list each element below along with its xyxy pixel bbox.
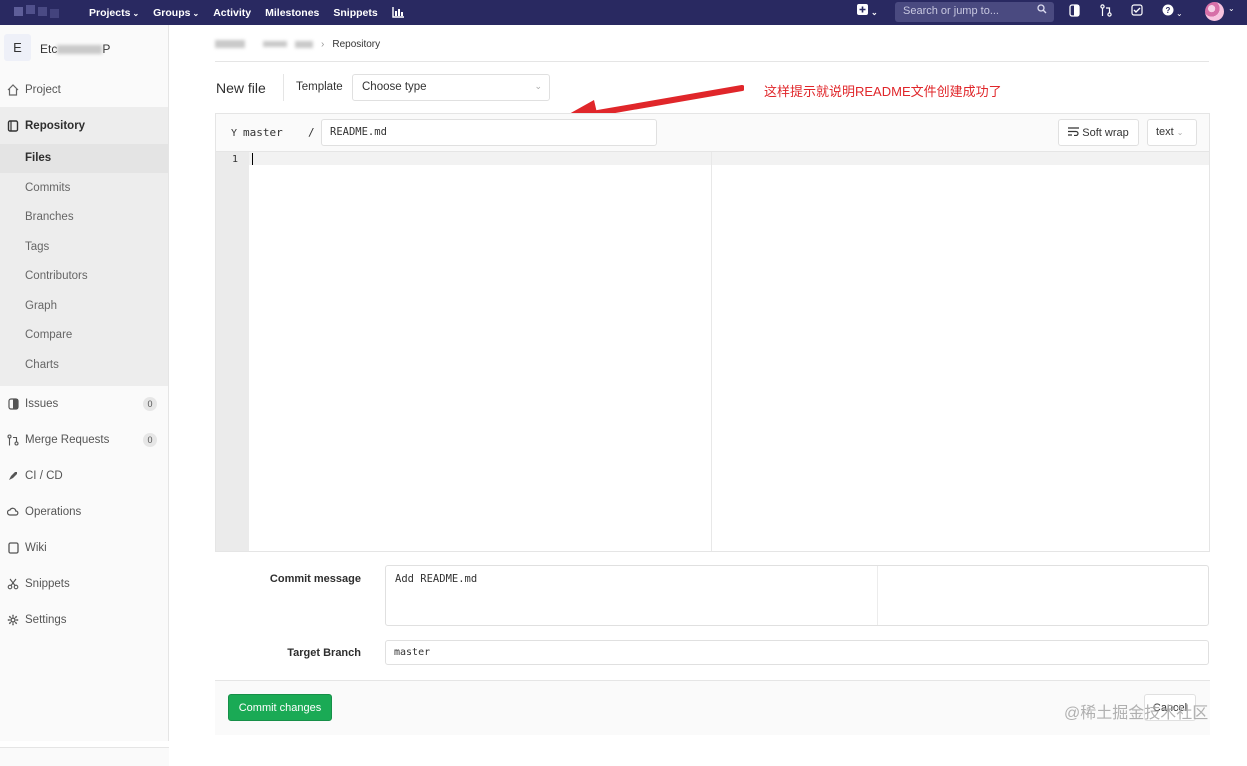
chevron-down-icon: ⌄ bbox=[1176, 128, 1184, 137]
sidebar-sub-charts[interactable]: Charts bbox=[25, 359, 59, 371]
chevron-down-icon: ⌄ bbox=[192, 8, 200, 18]
project-sidebar: E Etc P Project Repository Files Commits … bbox=[0, 25, 169, 766]
chevron-down-icon[interactable]: ⌄ bbox=[1228, 4, 1235, 13]
search-placeholder: Search or jump to... bbox=[903, 5, 999, 17]
sidebar-item-repository[interactable]: Repository bbox=[0, 114, 169, 138]
sidebar-sub-files[interactable]: Files bbox=[25, 152, 51, 164]
chart-icon[interactable] bbox=[392, 7, 404, 18]
gitlab-logo-icon[interactable] bbox=[14, 4, 62, 18]
main-nav: Projects ⌄ Groups ⌄ Activity Milestones Sn… bbox=[89, 0, 404, 25]
merge-request-icon bbox=[6, 433, 20, 447]
gear-icon bbox=[6, 613, 20, 627]
breadcrumb-current[interactable]: Repository bbox=[332, 39, 380, 50]
text-cursor bbox=[252, 153, 253, 165]
header-divider bbox=[215, 61, 1209, 62]
branch-icon: Y bbox=[231, 128, 238, 139]
soft-wrap-button[interactable]: Soft wrap bbox=[1058, 119, 1139, 146]
help-icon[interactable]: ? ⌄ bbox=[1162, 4, 1183, 19]
language-select[interactable]: text ⌄ bbox=[1147, 119, 1197, 146]
sidebar-sub-compare[interactable]: Compare bbox=[25, 329, 72, 341]
code-area[interactable] bbox=[249, 165, 1209, 551]
page-title: New file bbox=[216, 80, 266, 96]
nav-activity[interactable]: Activity bbox=[213, 7, 251, 19]
field-divider bbox=[877, 566, 878, 625]
top-navbar: Projects ⌄ Groups ⌄ Activity Milestones Sn… bbox=[0, 0, 1247, 25]
sidebar-sub-graph[interactable]: Graph bbox=[25, 300, 57, 312]
home-icon bbox=[6, 83, 20, 97]
branch-name: Ymaster bbox=[231, 126, 283, 139]
breadcrumb-group[interactable] bbox=[215, 40, 245, 48]
path-separator: / bbox=[308, 126, 315, 139]
book-icon bbox=[6, 119, 20, 133]
template-select[interactable]: Choose type ⌄ bbox=[352, 74, 550, 101]
sidebar-sub-commits[interactable]: Commits bbox=[25, 182, 70, 194]
sidebar-item-wiki[interactable]: Wiki bbox=[0, 536, 169, 560]
cloud-gear-icon bbox=[6, 505, 20, 519]
chevron-down-icon: ⌄ bbox=[1176, 9, 1183, 18]
svg-text:?: ? bbox=[1166, 6, 1171, 15]
breadcrumb-separator: › bbox=[321, 38, 325, 50]
file-name-input[interactable]: README.md bbox=[321, 119, 657, 146]
user-avatar[interactable] bbox=[1205, 2, 1224, 21]
project-avatar: E bbox=[4, 34, 31, 61]
merge-requests-count-badge: 0 bbox=[143, 433, 157, 447]
issues-icon bbox=[6, 397, 20, 411]
form-actions: Commit changes Cancel bbox=[215, 680, 1210, 735]
breadcrumb-project[interactable] bbox=[295, 40, 313, 48]
template-label: Template bbox=[296, 81, 343, 93]
collapse-sidebar-button[interactable] bbox=[0, 747, 169, 766]
commit-changes-button[interactable]: Commit changes bbox=[228, 694, 332, 721]
sidebar-item-project[interactable]: Project bbox=[0, 78, 169, 102]
file-editor: Ymaster / README.md Soft wrap text ⌄ 1 bbox=[215, 113, 1210, 552]
sidebar-sub-contributors[interactable]: Contributors bbox=[25, 270, 88, 282]
nav-groups[interactable]: Groups ⌄ bbox=[153, 7, 199, 19]
sidebar-item-merge-requests[interactable]: Merge Requests 0 bbox=[0, 428, 169, 452]
sidebar-item-operations[interactable]: Operations bbox=[0, 500, 169, 524]
nav-snippets[interactable]: Snippets bbox=[333, 7, 377, 19]
sidebar-item-snippets[interactable]: Snippets bbox=[0, 572, 169, 596]
todos-icon[interactable] bbox=[1131, 4, 1143, 19]
issues-icon[interactable] bbox=[1069, 4, 1080, 20]
print-margin bbox=[711, 152, 712, 551]
sidebar-sub-branches[interactable]: Branches bbox=[25, 211, 74, 223]
breadcrumb-subgroup[interactable] bbox=[263, 41, 287, 47]
chevron-down-icon: ⌄ bbox=[534, 81, 542, 91]
line-number: 1 bbox=[232, 154, 239, 165]
search-icon bbox=[1037, 4, 1047, 17]
rocket-icon bbox=[6, 469, 20, 483]
target-branch-label: Target Branch bbox=[287, 647, 361, 659]
breadcrumb: › Repository bbox=[215, 37, 380, 51]
project-name: Etc P bbox=[40, 42, 111, 56]
nav-milestones[interactable]: Milestones bbox=[265, 7, 319, 19]
target-branch-field[interactable]: master bbox=[385, 640, 1209, 665]
new-dropdown-plus-icon[interactable]: ⌄ bbox=[857, 4, 878, 18]
watermark: @稀土掘金技术社区 bbox=[1064, 705, 1209, 722]
active-line[interactable] bbox=[249, 152, 1209, 165]
merge-request-icon[interactable] bbox=[1100, 4, 1112, 20]
commit-message-label: Commit message bbox=[269, 573, 361, 585]
sidebar-item-cicd[interactable]: CI / CD bbox=[0, 464, 169, 488]
wrap-icon bbox=[1068, 126, 1080, 139]
issues-count-badge: 0 bbox=[143, 397, 157, 411]
sidebar-item-settings[interactable]: Settings bbox=[0, 608, 169, 632]
line-gutter bbox=[216, 152, 249, 551]
book-icon bbox=[6, 541, 20, 555]
editor-header: Ymaster / README.md Soft wrap text ⌄ bbox=[216, 114, 1209, 152]
chevron-down-icon: ⌄ bbox=[132, 8, 140, 18]
sidebar-sub-tags[interactable]: Tags bbox=[25, 241, 49, 253]
title-divider bbox=[283, 74, 284, 101]
scissors-icon bbox=[6, 577, 20, 591]
annotation-text: 这样提示就说明README文件创建成功了 bbox=[764, 84, 1002, 99]
commit-message-field[interactable]: Add README.md bbox=[385, 565, 1209, 626]
sidebar-item-issues[interactable]: Issues 0 bbox=[0, 392, 169, 416]
nav-projects[interactable]: Projects ⌄ bbox=[89, 7, 139, 19]
search-input[interactable]: Search or jump to... bbox=[895, 2, 1054, 22]
chevron-down-icon: ⌄ bbox=[871, 8, 878, 17]
project-header[interactable]: E Etc P bbox=[0, 25, 169, 76]
